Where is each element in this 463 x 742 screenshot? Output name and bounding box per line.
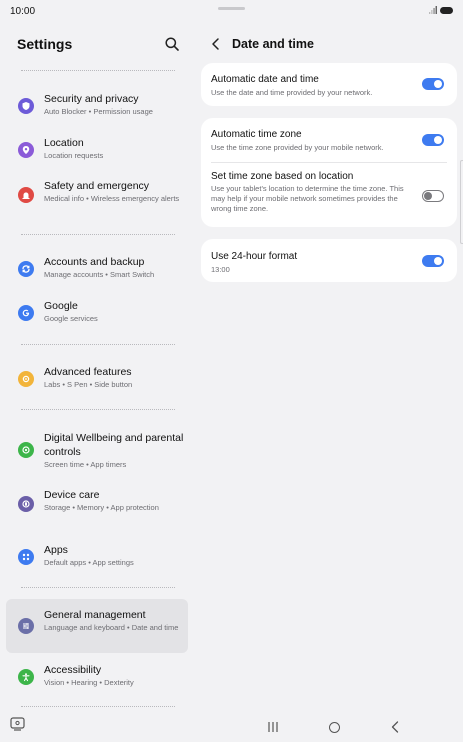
navigation-bar [0, 708, 463, 742]
shield-icon [18, 98, 34, 114]
settings-item-accessibility[interactable]: Accessibility Vision • Hearing • Dexteri… [6, 659, 188, 695]
settings-item-label: Safety and emergency [44, 180, 150, 192]
apps-grid-icon [18, 549, 34, 565]
home-icon[interactable] [329, 722, 340, 733]
date-time-panel: Date and time Automatic date and time Us… [196, 22, 463, 708]
auto-time-zone-toggle[interactable] [422, 134, 444, 146]
settings-item-security-privacy[interactable]: Security and privacy Auto Blocker • Perm… [6, 88, 188, 124]
settings-item-apps[interactable]: Apps Default apps • App settings [6, 539, 188, 575]
settings-panel: Settings Security and privacy Auto Block… [0, 22, 196, 708]
settings-item-label: General management [44, 609, 146, 621]
back-arrow-icon[interactable] [210, 37, 222, 51]
sliders-icon [18, 618, 34, 634]
settings-item-subtitle: Screen time • App timers [44, 460, 127, 469]
settings-item-subtitle: Auto Blocker • Permission usage [44, 107, 153, 116]
use-24-hour-title: Use 24-hour format [211, 251, 298, 262]
toggle-knob [434, 136, 442, 144]
status-bar: 10:00 [0, 0, 463, 22]
settings-item-label: Security and privacy [44, 93, 139, 105]
settings-item-label: Accounts and backup [44, 256, 145, 268]
emergency-icon [18, 187, 34, 203]
settings-item-subtitle: Medical info • Wireless emergency alerts [44, 194, 180, 203]
settings-item-device-care[interactable]: Device care Storage • Memory • App prote… [6, 484, 188, 528]
section-divider [21, 706, 175, 707]
gear-plus-icon [18, 371, 34, 387]
settings-item-location[interactable]: Location Location requests [6, 132, 188, 168]
section-divider [21, 409, 175, 410]
settings-title: Settings [17, 36, 73, 52]
nav-back-icon[interactable] [391, 721, 399, 733]
auto-date-time-subtitle: Use the date and time provided by your n… [211, 88, 373, 97]
auto-date-card: Automatic date and time Use the date and… [201, 63, 457, 106]
settings-item-digital-wellbeing[interactable]: Digital Wellbeing and parental controls … [6, 427, 188, 473]
use-24-hour-toggle[interactable] [422, 255, 444, 267]
settings-item-label: Google [44, 300, 78, 312]
settings-item-subtitle: Storage • Memory • App protection [44, 503, 159, 512]
wellbeing-icon [18, 442, 34, 458]
toggle-knob [434, 80, 442, 88]
recents-icon[interactable] [267, 722, 279, 732]
settings-item-subtitle: Default apps • App settings [44, 558, 134, 567]
signal-icon [429, 6, 437, 14]
section-divider [21, 70, 175, 71]
section-divider [21, 344, 175, 345]
auto-time-zone-subtitle: Use the time zone provided by your mobil… [211, 143, 384, 152]
settings-item-label: Advanced features [44, 366, 132, 378]
settings-item-safety-emergency[interactable]: Safety and emergency Medical info • Wire… [6, 175, 188, 219]
google-icon [18, 305, 34, 321]
time-zone-card: Automatic time zone Use the time zone pr… [201, 118, 457, 227]
settings-item-subtitle: Vision • Hearing • Dexterity [44, 678, 134, 687]
settings-item-accounts-backup[interactable]: Accounts and backup Manage accounts • Sm… [6, 251, 188, 287]
sync-icon [18, 261, 34, 277]
auto-date-time-row[interactable]: Automatic date and time Use the date and… [201, 63, 457, 106]
time-zone-location-toggle[interactable] [422, 190, 444, 202]
toggle-knob [424, 192, 432, 200]
auto-date-time-title: Automatic date and time [211, 74, 319, 85]
settings-item-subtitle: Manage accounts • Smart Switch [44, 270, 155, 279]
drag-handle[interactable] [218, 7, 245, 10]
time-zone-location-title: Set time zone based on location [211, 171, 354, 182]
section-divider [21, 587, 175, 588]
use-24-hour-subtitle: 13:00 [211, 265, 230, 274]
device-care-icon [18, 496, 34, 512]
use-24-hour-row[interactable]: Use 24-hour format 13:00 [201, 239, 457, 282]
settings-item-subtitle: Location requests [44, 151, 104, 160]
settings-item-label: Digital Wellbeing and parental controls [44, 432, 184, 458]
settings-item-subtitle: Labs • S Pen • Side button [44, 380, 133, 389]
section-divider [21, 234, 175, 235]
settings-item-subtitle: Google services [44, 314, 98, 323]
settings-item-label: Apps [44, 544, 68, 556]
format-card: Use 24-hour format 13:00 [201, 239, 457, 282]
taskbar-toggle-icon[interactable] [10, 717, 25, 731]
auto-time-zone-row[interactable]: Automatic time zone Use the time zone pr… [201, 118, 457, 162]
settings-item-label: Accessibility [44, 664, 102, 676]
accessibility-icon [18, 669, 34, 685]
status-time: 10:00 [10, 6, 36, 17]
settings-item-subtitle: Language and keyboard • Date and time [44, 623, 179, 632]
page-title: Date and time [232, 37, 314, 51]
toggle-knob [434, 257, 442, 265]
settings-item-advanced-features[interactable]: Advanced features Labs • S Pen • Side bu… [6, 361, 188, 397]
settings-item-label: Location [44, 137, 84, 149]
battery-icon [440, 7, 453, 14]
settings-item-general-management[interactable]: General management Language and keyboard… [6, 599, 188, 653]
time-zone-location-subtitle: Use your tablet's location to determine … [211, 184, 404, 213]
settings-item-google[interactable]: Google Google services [6, 295, 188, 331]
auto-date-time-toggle[interactable] [422, 78, 444, 90]
auto-time-zone-title: Automatic time zone [211, 129, 302, 140]
search-icon[interactable] [164, 36, 180, 52]
time-zone-location-row[interactable]: Set time zone based on location Use your… [201, 163, 457, 227]
settings-item-label: Device care [44, 489, 100, 501]
location-pin-icon [18, 142, 34, 158]
